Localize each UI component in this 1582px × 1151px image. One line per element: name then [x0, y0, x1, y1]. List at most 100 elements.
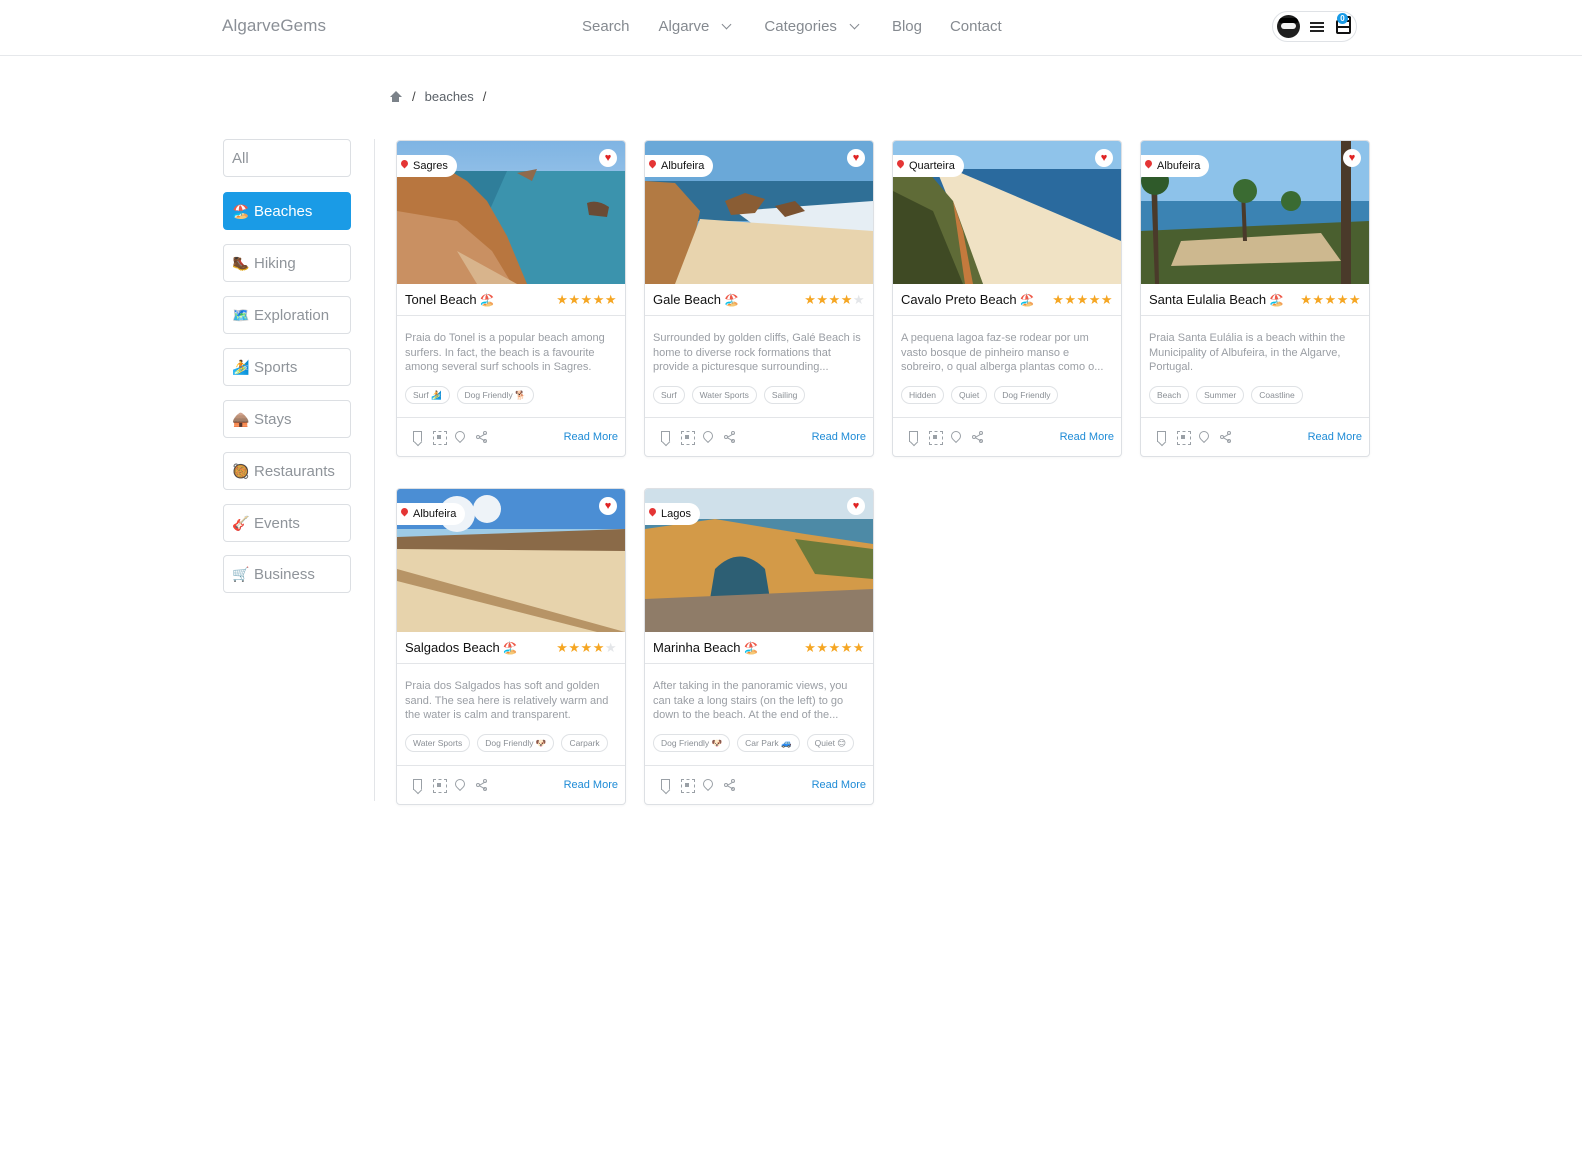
sidebar-item-all[interactable]: All	[223, 139, 351, 177]
bookmark-icon[interactable]	[413, 779, 422, 790]
star-icon: ★	[1064, 292, 1077, 307]
favorite-heart-icon[interactable]: ♥	[1095, 149, 1113, 167]
tag-chip[interactable]: Carpark	[561, 734, 608, 752]
sidebar-item-label: Hiking	[254, 254, 296, 272]
bookmark-icon[interactable]	[413, 431, 422, 442]
tag-chip[interactable]: Coastline	[1251, 386, 1303, 404]
map-pin-icon[interactable]	[700, 428, 716, 444]
map-pin-icon[interactable]	[452, 776, 468, 792]
card-title[interactable]: Tonel Beach	[405, 292, 477, 307]
home-icon[interactable]	[389, 90, 402, 103]
place-card[interactable]: Lagos ♥ Marinha Beach 🏖️ ★★★★★ After tak…	[644, 488, 874, 805]
bookmark-icon[interactable]	[661, 431, 670, 442]
sidebar-item-label: All	[232, 149, 249, 167]
sidebar-item-label: Events	[254, 514, 300, 532]
sidebar-item-hiking[interactable]: 🥾 Hiking	[223, 244, 351, 282]
share-icon[interactable]	[972, 431, 984, 443]
nav-search[interactable]: Search	[582, 18, 630, 35]
tag-chip[interactable]: Car Park 🚙	[737, 734, 800, 752]
favorite-heart-icon[interactable]: ♥	[599, 497, 617, 515]
tag-chip[interactable]: Hidden	[901, 386, 944, 404]
card-title[interactable]: Salgados Beach	[405, 640, 500, 655]
favorite-heart-icon[interactable]: ♥	[847, 497, 865, 515]
sidebar-item-business[interactable]: 🛒 Business	[223, 555, 351, 593]
place-card[interactable]: Albufeira ♥ Gale Beach 🏖️ ★★★★★ Surround…	[644, 140, 874, 457]
sidebar-item-sports[interactable]: 🏄 Sports	[223, 348, 351, 386]
star-rating: ★★★★★	[1300, 293, 1361, 306]
place-card[interactable]: Sagres ♥ Tonel Beach 🏖️ ★★★★★ Praia do T…	[396, 140, 626, 457]
place-card[interactable]: Quarteira ♥ Cavalo Preto Beach 🏖️ ★★★★★ …	[892, 140, 1122, 457]
read-more-link[interactable]: Read More	[1308, 431, 1362, 443]
sidebar-item-events[interactable]: 🎸 Events	[223, 504, 351, 542]
qr-code-icon[interactable]	[681, 431, 695, 445]
card-footer: Read More	[645, 417, 873, 456]
place-photo[interactable]: Albufeira ♥	[1141, 141, 1369, 284]
share-icon[interactable]	[476, 431, 488, 443]
place-photo[interactable]: Albufeira ♥	[645, 141, 873, 284]
tag-chip[interactable]: Surf	[653, 386, 685, 404]
qr-code-icon[interactable]	[681, 779, 695, 793]
star-icon: ★	[1076, 292, 1089, 307]
read-more-link[interactable]: Read More	[564, 431, 618, 443]
place-photo[interactable]: Albufeira ♥	[397, 489, 625, 632]
tag-chip[interactable]: Sailing	[763, 386, 806, 404]
place-photo[interactable]: Quarteira ♥	[893, 141, 1121, 284]
qr-code-icon[interactable]	[929, 431, 943, 445]
nav-blog[interactable]: Blog	[892, 18, 922, 35]
tag-chip[interactable]: Dog Friendly	[994, 386, 1059, 404]
read-more-link[interactable]: Read More	[812, 431, 866, 443]
qr-code-icon[interactable]	[1177, 431, 1191, 445]
favorite-heart-icon[interactable]: ♥	[847, 149, 865, 167]
map-pin-icon[interactable]	[452, 428, 468, 444]
star-icon: ★	[556, 292, 569, 307]
share-icon[interactable]	[1220, 431, 1232, 443]
star-icon: ★	[556, 640, 569, 655]
card-title[interactable]: Santa Eulalia Beach	[1149, 292, 1266, 307]
tag-chip[interactable]: Water Sports	[691, 386, 757, 404]
tag-chip[interactable]: Dog Friendly 🐶	[477, 734, 555, 752]
nav-categories-dropdown[interactable]: Categories	[764, 18, 860, 35]
tag-chip[interactable]: Quiet 😊	[806, 734, 855, 752]
read-more-link[interactable]: Read More	[812, 779, 866, 791]
tag-chip[interactable]: Summer	[1196, 386, 1245, 404]
bookmark-icon[interactable]	[909, 431, 918, 442]
breadcrumb-beaches[interactable]: beaches	[425, 89, 474, 104]
sidebar-item-beaches[interactable]: 🏖️ Beaches	[223, 192, 351, 230]
place-photo[interactable]: Sagres ♥	[397, 141, 625, 284]
read-more-link[interactable]: Read More	[1060, 431, 1114, 443]
qr-code-icon[interactable]	[433, 431, 447, 445]
bookmark-icon[interactable]	[1157, 431, 1166, 442]
sidebar-item-stays[interactable]: 🛖 Stays	[223, 400, 351, 438]
tag-chip[interactable]: Dog Friendly 🐕	[456, 386, 534, 404]
nav-algarve-dropdown[interactable]: Algarve	[659, 18, 732, 35]
sidebar-item-restaurants[interactable]: 🥘 Restaurants	[223, 452, 351, 490]
favorite-heart-icon[interactable]: ♥	[1343, 149, 1361, 167]
chevron-down-icon	[849, 19, 860, 30]
map-pin-icon[interactable]	[700, 776, 716, 792]
tag-chip[interactable]: Surf 🏄	[405, 386, 450, 404]
place-photo[interactable]: Lagos ♥	[645, 489, 873, 632]
favorite-heart-icon[interactable]: ♥	[599, 149, 617, 167]
tag-chip[interactable]: Beach	[1149, 386, 1190, 404]
share-icon[interactable]	[724, 431, 736, 443]
sidebar-item-label: Restaurants	[254, 462, 335, 480]
bookmark-icon[interactable]	[661, 779, 670, 790]
tag-chip[interactable]: Water Sports	[405, 734, 471, 752]
qr-code-icon[interactable]	[433, 779, 447, 793]
card-title[interactable]: Gale Beach	[653, 292, 721, 307]
place-card[interactable]: Albufeira ♥ Santa Eulalia Beach 🏖️ ★★★★★…	[1140, 140, 1370, 457]
map-pin-icon[interactable]	[1196, 428, 1212, 444]
share-icon[interactable]	[476, 779, 488, 791]
read-more-link[interactable]: Read More	[564, 779, 618, 791]
place-card[interactable]: Albufeira ♥ Salgados Beach 🏖️ ★★★★★ Prai…	[396, 488, 626, 805]
sidebar-item-exploration[interactable]: 🗺️ Exploration	[223, 296, 351, 334]
card-title[interactable]: Marinha Beach	[653, 640, 740, 655]
share-icon[interactable]	[724, 779, 736, 791]
star-icon: ★	[1336, 292, 1349, 307]
nav-contact[interactable]: Contact	[950, 18, 1002, 35]
tag-chip[interactable]: Quiet	[950, 386, 988, 404]
tag-chip[interactable]: Dog Friendly 🐶	[653, 734, 731, 752]
card-title[interactable]: Cavalo Preto Beach	[901, 292, 1017, 307]
brand-logo[interactable]: AlgarveGems	[222, 16, 326, 36]
map-pin-icon[interactable]	[948, 428, 964, 444]
